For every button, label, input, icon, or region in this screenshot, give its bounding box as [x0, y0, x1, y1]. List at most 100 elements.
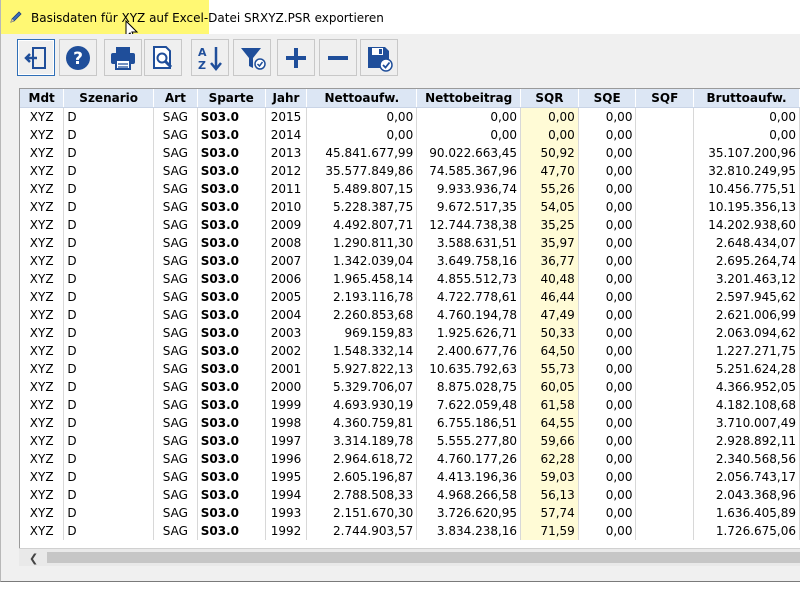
table-cell[interactable]: 0,00: [306, 125, 418, 144]
table-cell[interactable]: 1.227.271,75: [693, 341, 800, 360]
column-header-jahr[interactable]: Jahr: [265, 89, 308, 108]
table-cell[interactable]: 969.159,83: [306, 323, 418, 342]
table-cell[interactable]: S03.0: [197, 161, 266, 180]
table-cell[interactable]: 2.063.094,62: [693, 323, 800, 342]
table-cell[interactable]: [635, 413, 695, 432]
table-cell[interactable]: SAG: [153, 215, 198, 234]
table-cell[interactable]: XYZ: [20, 413, 65, 432]
column-header-sqr[interactable]: SQR: [520, 89, 579, 108]
print-button[interactable]: [104, 39, 142, 76]
table-cell[interactable]: SAG: [153, 467, 198, 486]
table-row[interactable]: XYZ D SAG S03.0 2010 5.228.387,75 9.672.517,35…: [20, 197, 800, 216]
table-cell[interactable]: SAG: [153, 233, 198, 252]
table-cell[interactable]: 74.585.367,96: [416, 161, 522, 180]
table-row[interactable]: XYZ D SAG S03.0 1994 2.788.508,33 4.968.266,58…: [20, 485, 800, 504]
column-header-sqe[interactable]: SQE: [578, 89, 637, 108]
table-cell[interactable]: 2012: [265, 161, 308, 180]
table-cell[interactable]: S03.0: [197, 125, 266, 144]
table-cell[interactable]: 1.726.675,06: [693, 521, 800, 540]
table-cell[interactable]: 2013: [265, 143, 308, 162]
column-header-sparte[interactable]: Sparte: [197, 89, 266, 108]
table-cell[interactable]: [635, 215, 695, 234]
table-cell[interactable]: XYZ: [20, 251, 65, 270]
table-row[interactable]: XYZ D SAG S03.0 1999 4.693.930,19 7.622.059,48…: [20, 395, 800, 414]
table-cell[interactable]: XYZ: [20, 521, 65, 540]
table-cell[interactable]: 57,74: [520, 503, 579, 522]
table-cell[interactable]: D: [63, 377, 154, 396]
table-cell[interactable]: D: [63, 485, 154, 504]
table-cell[interactable]: [635, 179, 695, 198]
table-cell[interactable]: XYZ: [20, 377, 65, 396]
table-cell[interactable]: XYZ: [20, 485, 65, 504]
table-cell[interactable]: 2.151.670,30: [306, 503, 418, 522]
table-cell[interactable]: 4.693.930,19: [306, 395, 418, 414]
table-cell[interactable]: SAG: [153, 305, 198, 324]
column-header-nettoaufw[interactable]: Nettoaufw.: [306, 89, 418, 108]
table-cell[interactable]: 1994: [265, 485, 308, 504]
table-cell[interactable]: 0,00: [578, 359, 637, 378]
table-cell[interactable]: 0,00: [578, 287, 637, 306]
table-cell[interactable]: 5.228.387,75: [306, 197, 418, 216]
table-cell[interactable]: 14.202.938,60: [693, 215, 800, 234]
table-cell[interactable]: 4.968.266,58: [416, 485, 522, 504]
column-header-bruttoaufw[interactable]: Bruttoaufw.: [693, 89, 800, 108]
table-cell[interactable]: 62,28: [520, 449, 579, 468]
table-cell[interactable]: SAG: [153, 125, 198, 144]
table-cell[interactable]: D: [63, 269, 154, 288]
table-cell[interactable]: [635, 305, 695, 324]
table-row[interactable]: XYZ D SAG S03.0 1993 2.151.670,30 3.726.620,95…: [20, 503, 800, 522]
table-cell[interactable]: SAG: [153, 251, 198, 270]
table-cell[interactable]: XYZ: [20, 503, 65, 522]
table-cell[interactable]: 3.710.007,49: [693, 413, 800, 432]
table-cell[interactable]: 2001: [265, 359, 308, 378]
remove-button[interactable]: [319, 39, 357, 76]
table-row[interactable]: XYZ D SAG S03.0 2009 4.492.807,71 12.744.738,3…: [20, 215, 800, 234]
table-cell[interactable]: 2010: [265, 197, 308, 216]
table-cell[interactable]: 0,00: [693, 107, 800, 126]
table-cell[interactable]: [635, 287, 695, 306]
table-cell[interactable]: 59,03: [520, 467, 579, 486]
table-cell[interactable]: XYZ: [20, 467, 65, 486]
filter-button[interactable]: [233, 39, 271, 76]
table-cell[interactable]: 4.760.177,26: [416, 449, 522, 468]
table-cell[interactable]: D: [63, 323, 154, 342]
table-cell[interactable]: 9.933.936,74: [416, 179, 522, 198]
table-cell[interactable]: 0,00: [578, 197, 637, 216]
table-cell[interactable]: D: [63, 413, 154, 432]
table-cell[interactable]: D: [63, 125, 154, 144]
add-button[interactable]: [277, 39, 315, 76]
table-cell[interactable]: S03.0: [197, 431, 266, 450]
table-cell[interactable]: 60,05: [520, 377, 579, 396]
table-cell[interactable]: 0,00: [578, 485, 637, 504]
table-cell[interactable]: [635, 521, 695, 540]
table-row[interactable]: XYZ D SAG S03.0 2000 5.329.706,07 8.875.028,75…: [20, 377, 800, 396]
table-cell[interactable]: 45.841.677,99: [306, 143, 418, 162]
table-cell[interactable]: 2.648.434,07: [693, 233, 800, 252]
table-cell[interactable]: 32.810.249,95: [693, 161, 800, 180]
table-cell[interactable]: XYZ: [20, 125, 65, 144]
table-cell[interactable]: 50,92: [520, 143, 579, 162]
table-cell[interactable]: 64,50: [520, 341, 579, 360]
table-cell[interactable]: [635, 485, 695, 504]
table-cell[interactable]: SAG: [153, 521, 198, 540]
table-cell[interactable]: 5.489.807,15: [306, 179, 418, 198]
table-cell[interactable]: SAG: [153, 395, 198, 414]
table-cell[interactable]: XYZ: [20, 323, 65, 342]
table-row[interactable]: XYZ D SAG S03.0 2008 1.290.811,30 3.588.631,51…: [20, 233, 800, 252]
table-row[interactable]: XYZ D SAG S03.0 2012 35.577.849,86 74.585.367,…: [20, 161, 800, 180]
table-cell[interactable]: 1995: [265, 467, 308, 486]
table-cell[interactable]: 4.855.512,73: [416, 269, 522, 288]
table-row[interactable]: XYZ D SAG S03.0 2002 1.548.332,14 2.400.677,76…: [20, 341, 800, 360]
table-cell[interactable]: 5.927.822,13: [306, 359, 418, 378]
table-cell[interactable]: S03.0: [197, 269, 266, 288]
table-cell[interactable]: 35.577.849,86: [306, 161, 418, 180]
table-cell[interactable]: 0,00: [578, 503, 637, 522]
table-cell[interactable]: 9.672.517,35: [416, 197, 522, 216]
table-cell[interactable]: 3.201.463,12: [693, 269, 800, 288]
table-cell[interactable]: 2002: [265, 341, 308, 360]
table-cell[interactable]: SAG: [153, 503, 198, 522]
table-cell[interactable]: S03.0: [197, 377, 266, 396]
table-row[interactable]: XYZ D SAG S03.0 1996 2.964.618,72 4.760.177,26…: [20, 449, 800, 468]
table-cell[interactable]: S03.0: [197, 305, 266, 324]
table-cell[interactable]: [635, 359, 695, 378]
